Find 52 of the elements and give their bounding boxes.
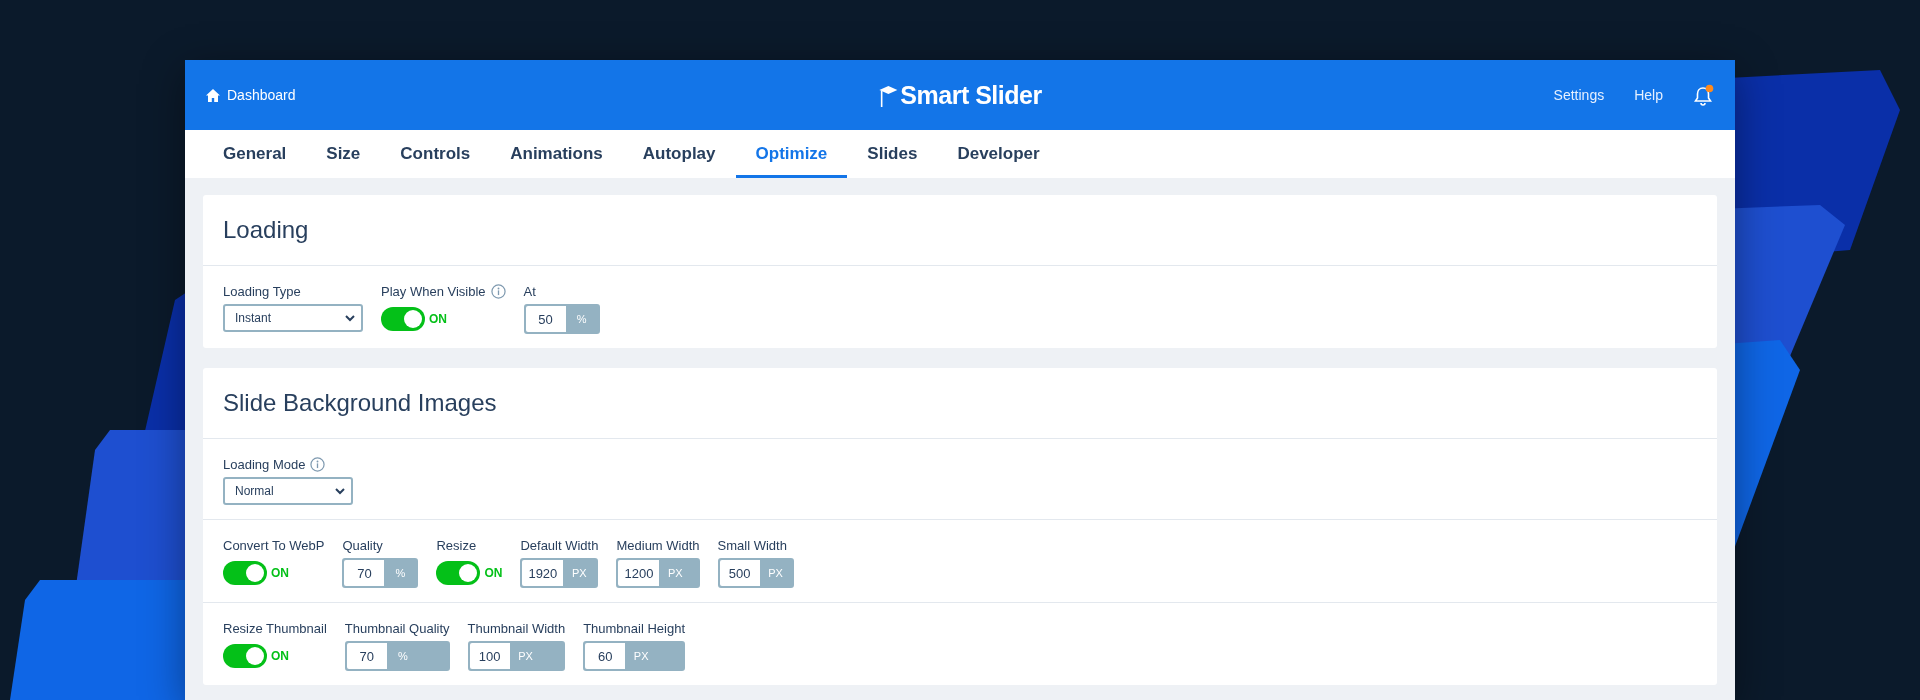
toggle-state: ON <box>271 649 289 663</box>
tab[interactable]: Animations <box>490 133 623 178</box>
field-label: Thumbnail Width <box>467 620 566 636</box>
logo-text: Smart Slider <box>900 80 1042 110</box>
toggle-switch[interactable] <box>223 644 267 668</box>
field-label: Resize <box>436 537 477 553</box>
toggle-state: ON <box>271 566 289 580</box>
field-label: Medium Width <box>616 537 700 553</box>
number-field[interactable]: 1200 PX <box>616 558 700 588</box>
field-label: Thumbnail Quality <box>344 620 450 636</box>
info-icon[interactable] <box>310 456 326 472</box>
field-label: Resize Thumbnail <box>223 620 327 636</box>
panel-title: Loading <box>223 216 309 244</box>
toggle-switch[interactable] <box>436 561 481 585</box>
home-icon <box>205 87 221 103</box>
field-label: Convert To WebP <box>223 537 325 553</box>
header-link[interactable]: Settings <box>1553 87 1605 103</box>
toggle-switch[interactable] <box>223 561 267 585</box>
toggle-state: ON <box>429 312 447 326</box>
field-label: Loading Mode <box>223 456 306 472</box>
tab[interactable]: Optimize <box>735 133 848 178</box>
tab[interactable]: Size <box>306 133 381 178</box>
dropdown[interactable]: Instant <box>223 304 363 332</box>
bell-icon[interactable] <box>1693 84 1715 106</box>
number-field[interactable]: 100 PX <box>467 641 566 671</box>
number-field[interactable]: 500 PX <box>717 558 794 588</box>
field-label: Thumbnail Height <box>583 620 686 636</box>
chevron-icon <box>335 487 345 495</box>
chevron-icon <box>345 314 355 322</box>
field-label: At <box>523 283 536 299</box>
number-field[interactable]: 1920 PX <box>520 558 599 588</box>
number-field[interactable]: 60 PX <box>583 641 686 671</box>
number-field[interactable]: 50 % <box>523 304 600 334</box>
info-icon[interactable] <box>490 283 506 299</box>
toggle-switch[interactable] <box>381 307 425 331</box>
tab[interactable]: Autoplay <box>622 133 736 178</box>
number-field[interactable]: 70 % <box>342 558 419 588</box>
number-field[interactable]: 70 % <box>344 641 450 671</box>
field-label: Small Width <box>717 537 787 553</box>
dashboard-link[interactable]: Dashboard <box>205 87 296 103</box>
toggle-state: ON <box>484 566 503 580</box>
panel-title: Slide Background Images <box>223 389 497 417</box>
tab[interactable]: General <box>223 133 307 178</box>
field-label: Quality <box>342 537 383 553</box>
field-label: Loading Type <box>223 283 301 299</box>
tab[interactable]: Developer <box>937 133 1060 178</box>
field-label: Play When Visible <box>381 283 486 299</box>
dropdown[interactable]: Normal <box>223 477 353 505</box>
tab[interactable]: Slides <box>847 133 938 178</box>
tab[interactable]: Controls <box>380 133 491 178</box>
header-link[interactable]: Help <box>1634 87 1663 103</box>
field-label: Default Width <box>520 537 599 553</box>
